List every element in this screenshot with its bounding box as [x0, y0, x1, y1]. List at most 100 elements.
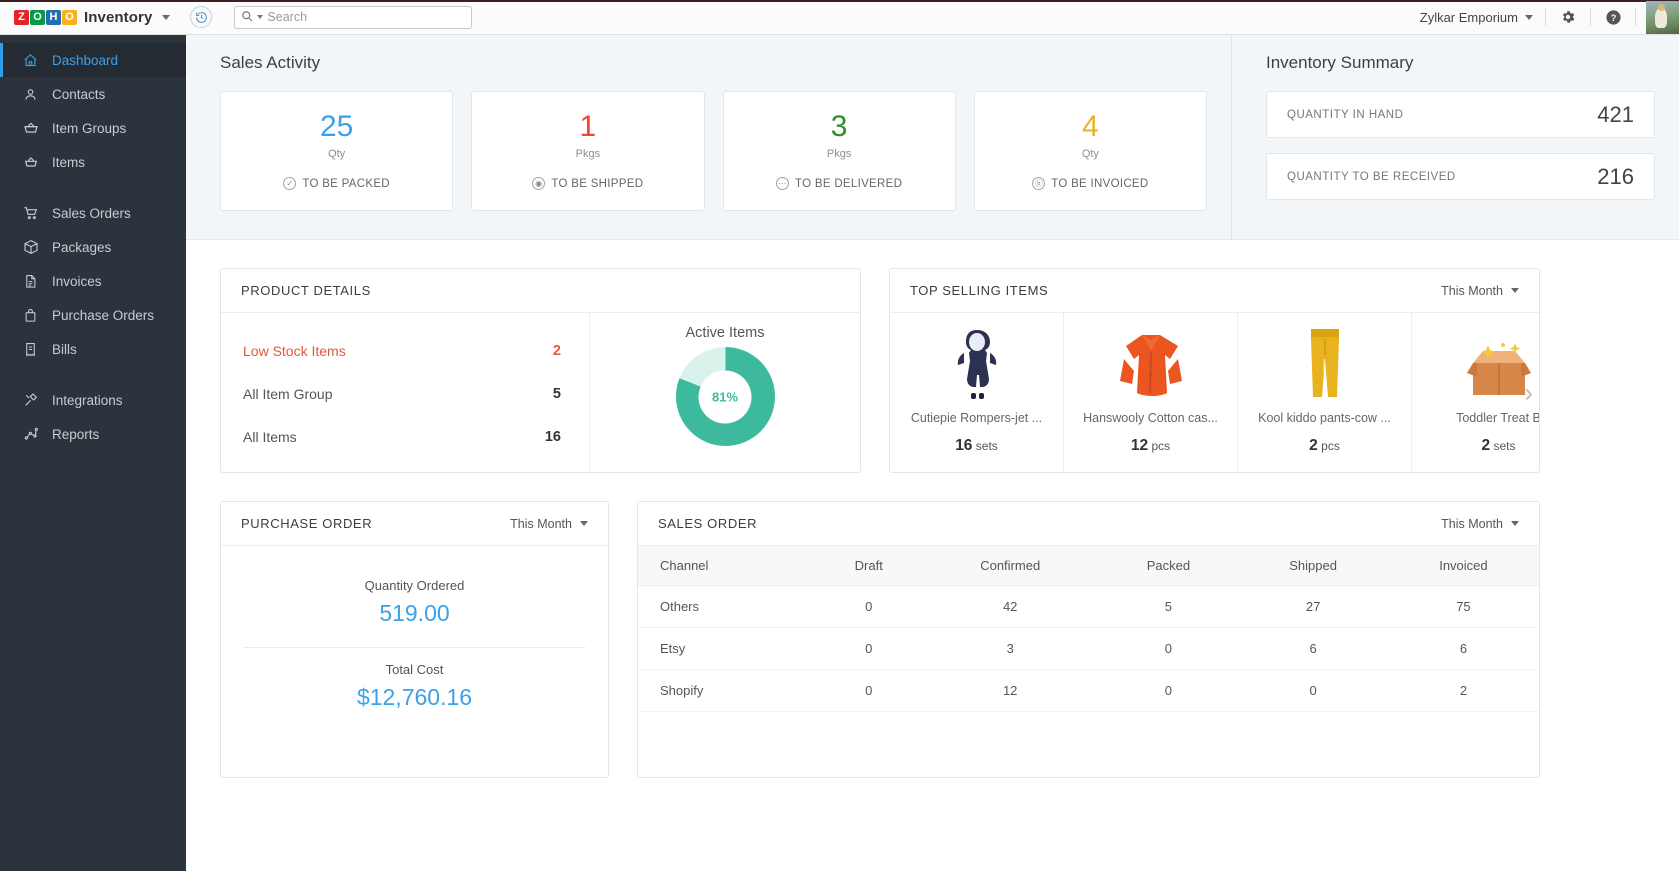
avatar[interactable] — [1646, 0, 1679, 34]
sidebar-item-invoices[interactable]: Invoices — [0, 264, 186, 298]
cell-shipped: 6 — [1238, 627, 1388, 670]
sidebar-item-label: Item Groups — [52, 120, 127, 136]
item-qty: 12 — [1130, 437, 1149, 454]
period-label: This Month — [1441, 516, 1503, 531]
purchase-order-quantity-block: Quantity Ordered 519.00 — [221, 564, 608, 647]
stat-card-to-be-invoiced[interactable]: 4 Qty ⓑ TO BE INVOICED — [973, 91, 1207, 211]
chevron-right-icon[interactable]: › — [1524, 378, 1533, 409]
table-row[interactable]: Etsy 0 3 0 6 6 — [638, 627, 1539, 670]
stat-label: TO BE PACKED — [302, 177, 390, 190]
brand[interactable]: Z O H O Inventory — [0, 8, 171, 26]
stat-card-to-be-packed[interactable]: 25 Qty ✓ TO BE PACKED — [220, 91, 454, 211]
table-row[interactable]: Shopify 0 12 0 0 2 — [638, 669, 1539, 712]
sidebar-item-item-groups[interactable]: Item Groups — [0, 111, 186, 145]
org-switcher[interactable]: Zylkar Emporium — [1408, 10, 1545, 25]
stat-value: 25 — [319, 110, 354, 143]
top-selling-items-panel: TOP SELLING ITEMS This Month Cutiepie Ro… — [889, 268, 1540, 473]
activity-strip: Sales Activity 25 Qty ✓ TO BE PACKED 1 P… — [186, 35, 1679, 240]
column-header-shipped: Shipped — [1238, 546, 1388, 586]
app-title: Inventory — [84, 8, 153, 26]
block-caption: Quantity Ordered — [364, 578, 465, 593]
stat-label: TO BE INVOICED — [1051, 177, 1149, 190]
search-box[interactable] — [234, 5, 473, 29]
sidebar-item-bills[interactable]: Bills — [0, 332, 186, 366]
table-row[interactable]: Others 0 42 5 27 75 — [638, 585, 1539, 628]
sidebar-item-label: Dashboard — [52, 52, 119, 68]
purchase-order-period-selector[interactable]: This Month — [510, 517, 588, 531]
sidebar-item-dashboard[interactable]: Dashboard — [0, 43, 186, 77]
top-selling-list: Cutiepie Rompers-jet ... 16 sets Hanswoo… — [890, 313, 1539, 473]
row-label: Low Stock Items — [243, 342, 346, 359]
product-detail-row-all-item-group[interactable]: All Item Group 5 — [243, 372, 561, 415]
chevron-down-icon[interactable] — [162, 14, 171, 20]
row-value: 16 — [544, 428, 561, 445]
item-qty: 16 — [955, 437, 973, 454]
top-selling-item[interactable]: Toddler Treat B 2 sets — [1412, 313, 1539, 473]
block-value: $12,760.16 — [356, 684, 473, 710]
cell-invoiced: 75 — [1387, 585, 1539, 628]
sidebar-item-integrations[interactable]: Integrations — [0, 383, 186, 417]
sidebar-item-items[interactable]: Items — [0, 145, 186, 179]
divider — [1635, 8, 1636, 26]
panel-row-1: PRODUCT DETAILS Low Stock Items 2 All It… — [220, 268, 1645, 473]
purchase-order-header: PURCHASE ORDER This Month — [221, 502, 608, 546]
inventory-row-quantity-to-be-received[interactable]: QUANTITY TO BE RECEIVED 216 — [1266, 153, 1655, 200]
sidebar-item-label: Packages — [52, 239, 112, 255]
stat-unit: Qty — [1081, 148, 1099, 160]
stat-card-to-be-shipped[interactable]: 1 Pkgs ◉ TO BE SHIPPED — [471, 91, 705, 211]
sidebar-item-packages[interactable]: Packages — [0, 230, 186, 264]
product-detail-row-all-items[interactable]: All Items 16 — [243, 415, 561, 458]
cell-confirmed: 42 — [921, 585, 1099, 628]
svg-text:?: ? — [1610, 13, 1616, 23]
stat-unit: Pkgs — [575, 148, 601, 160]
active-items-chart: Active Items 81% — [590, 313, 860, 473]
history-icon[interactable] — [190, 6, 213, 28]
help-icon[interactable]: ? — [1591, 9, 1635, 26]
inventory-row-quantity-in-hand[interactable]: QUANTITY IN HAND 421 — [1266, 91, 1655, 138]
column-header-invoiced: Invoiced — [1387, 546, 1539, 586]
item-qty-row: 2 sets — [1482, 437, 1516, 455]
body: Dashboard Contacts Item Groups Items Sal… — [0, 35, 1679, 871]
stat-value: 4 — [1082, 110, 1099, 143]
cell-packed: 0 — [1098, 669, 1239, 712]
top-selling-item[interactable]: Kool kiddo pants-cow ... 2 pcs — [1238, 313, 1412, 473]
sidebar-item-label: Integrations — [52, 392, 123, 408]
sales-order-header: SALES ORDER This Month — [638, 502, 1539, 546]
stat-label-row: ⋯ TO BE DELIVERED — [776, 177, 902, 190]
sales-order-period-selector[interactable]: This Month — [1441, 517, 1519, 531]
search-filter-chevron-icon[interactable] — [257, 15, 264, 19]
product-detail-row-low-stock[interactable]: Low Stock Items 2 — [243, 329, 561, 372]
column-header-packed: Packed — [1098, 546, 1239, 586]
cell-invoiced: 6 — [1387, 627, 1539, 670]
top-selling-header: TOP SELLING ITEMS This Month — [890, 269, 1539, 313]
cell-channel: Others — [638, 585, 816, 628]
top-selling-period-selector[interactable]: This Month — [1441, 284, 1519, 298]
gear-icon[interactable] — [1546, 9, 1590, 25]
period-label: This Month — [510, 516, 572, 531]
person-icon — [22, 87, 39, 102]
sidebar-item-reports[interactable]: Reports — [0, 417, 186, 451]
product-details-header: PRODUCT DETAILS — [221, 269, 860, 313]
navy-baby-romper-image — [951, 323, 1003, 401]
cell-confirmed: 12 — [921, 669, 1099, 712]
sidebar-item-purchase-orders[interactable]: Purchase Orders — [0, 298, 186, 332]
org-name-label: Zylkar Emporium — [1419, 9, 1518, 25]
main-content: Sales Activity 25 Qty ✓ TO BE PACKED 1 P… — [186, 35, 1679, 871]
check-circle-icon: ✓ — [283, 177, 297, 190]
sidebar-item-contacts[interactable]: Contacts — [0, 77, 186, 111]
cell-packed: 5 — [1098, 585, 1239, 628]
inventory-row-value: 421 — [1597, 101, 1634, 127]
top-selling-item[interactable]: Hanswooly Cotton cas... 12 pcs — [1064, 313, 1238, 473]
app-root: Z O H O Inventory Zylkar Emp — [0, 0, 1679, 871]
purchase-order-total-cost-block: Total Cost $12,760.16 — [221, 648, 608, 731]
stat-card-to-be-delivered[interactable]: 3 Pkgs ⋯ TO BE DELIVERED — [722, 91, 956, 211]
top-selling-item[interactable]: Cutiepie Rompers-jet ... 16 sets — [890, 313, 1064, 473]
inventory-summary-title: Inventory Summary — [1266, 53, 1414, 72]
basket-icon — [22, 120, 39, 136]
sidebar-item-sales-orders[interactable]: Sales Orders — [0, 196, 186, 230]
search-input[interactable] — [267, 10, 466, 24]
item-name: Toddler Treat B — [1456, 411, 1539, 425]
cell-shipped: 27 — [1238, 585, 1388, 628]
zoho-logo: Z O H O — [14, 9, 77, 25]
